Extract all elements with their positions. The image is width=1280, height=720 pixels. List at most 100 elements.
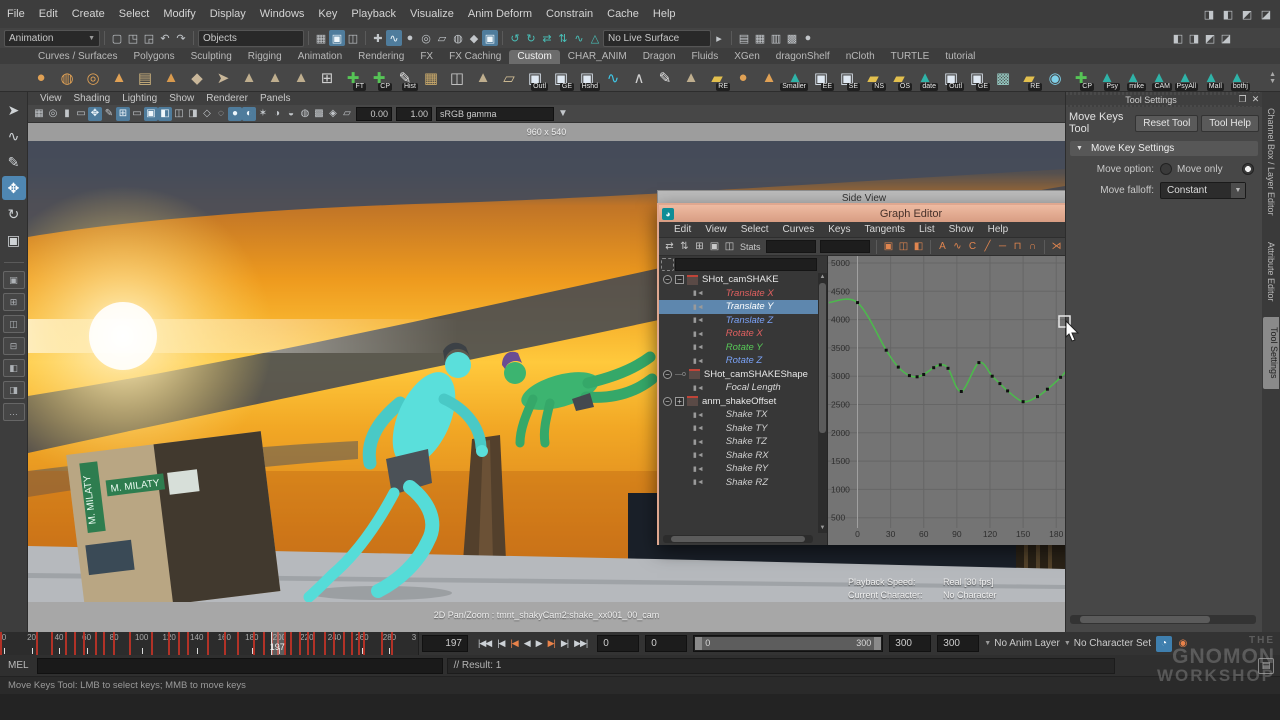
break-tangents-icon[interactable]: ⋊ [1049,240,1064,254]
select-tool[interactable]: ➤ [2,98,26,122]
channel-mute-icon[interactable]: ▮◄ [693,424,704,432]
two-way-connection-icon[interactable]: ⇅ [555,30,571,46]
shelf-tab-fx-caching[interactable]: FX Caching [441,50,509,64]
keyframe-point[interactable] [960,390,963,393]
insert-keys-icon[interactable]: ⇅ [677,240,692,254]
channel-mute-icon[interactable]: ▮◄ [693,411,704,419]
graph-editor-menu-curves[interactable]: Curves [776,224,822,235]
shelf-scroll-arrows[interactable]: ▲▼ [1269,71,1276,85]
shelf-maya-psy[interactable]: ▲Psy [1094,65,1120,91]
shelf-window-ge[interactable]: ▣GE [548,65,574,91]
gate-mask-icon[interactable]: ◧ [158,107,172,121]
shelf-wire-sphere[interactable]: ◎ [80,65,106,91]
tool-help-button[interactable]: Tool Help [1201,115,1259,132]
shelf-shell[interactable]: ◍ [54,65,80,91]
shelf-tab-polygons[interactable]: Polygons [125,50,182,64]
viewport-menu-renderer[interactable]: Renderer [200,93,254,104]
clamped-tangent-icon[interactable]: C [965,240,980,254]
go-to-end-button[interactable]: ▶▶| [571,638,590,649]
region-tool-icon[interactable]: ▣ [707,240,722,254]
layout-single-pane[interactable]: ▣ [3,271,25,289]
outliner-horizontal-scrollbar[interactable] [663,535,813,543]
channel-row-shake-tz[interactable]: ▮◄Shake TZ [659,435,818,449]
shelf-soldier-4[interactable]: ▲ [470,65,496,91]
shelf-maya-smaller[interactable]: ▲Smaller [782,65,808,91]
animation-start-field[interactable]: 0 [597,635,639,652]
shelf-char-select[interactable]: ◆ [184,65,210,91]
layout-outliner-persp[interactable]: ◧ [3,359,25,377]
grease-pencil-icon[interactable]: ✎ [102,107,116,121]
shelf-maya-psyall[interactable]: ▲PsyAll [1172,65,1198,91]
range-end-handle[interactable] [874,637,881,650]
hypershade-icon[interactable]: ● [800,30,816,46]
animation-preferences-button[interactable]: ◉ [1175,636,1191,652]
shelf-pencil[interactable]: ✎ [652,65,678,91]
range-start-handle[interactable] [695,637,702,650]
playback-start-field[interactable]: 0 [645,635,687,652]
keyframe-point[interactable] [916,375,919,378]
channel-mute-icon[interactable]: ▮◄ [693,438,704,446]
select-object-icon[interactable]: ▣ [329,30,345,46]
channel-row-shake-ry[interactable]: ▮◄Shake RY [659,462,818,476]
objects-filter-dropdown[interactable]: Objects [198,30,304,47]
render-current-frame-icon[interactable]: ▦ [752,30,768,46]
shelf-maya-date[interactable]: ▲date [912,65,938,91]
shelf-soldier-2[interactable]: ▲ [262,65,288,91]
shelf-tab-curves-surfaces[interactable]: Curves / Surfaces [30,50,125,64]
shelf-maya-mall[interactable]: ▲MaIl [1198,65,1224,91]
frame-playback-range-icon[interactable]: ◫ [896,240,911,254]
step-back-frame-button[interactable]: |◀ [494,638,507,649]
script-editor-button[interactable]: ▤ [1258,658,1274,674]
channel-row-translate-z[interactable]: ▮◄Translate Z [659,314,818,328]
snap-grid-icon[interactable]: ✚ [370,30,386,46]
textured-icon[interactable]: ◐ [242,107,256,121]
keyframe-point[interactable] [1006,389,1009,392]
shelf-cones[interactable]: ▲ [158,65,184,91]
select-camera-icon[interactable]: ▦ [32,107,46,121]
shelf-tab-turtle[interactable]: TURTLE [883,50,938,64]
current-time-field[interactable]: 197 [422,635,468,652]
shelf-folder-re2[interactable]: ▰RE [1016,65,1042,91]
auto-key-toggle[interactable]: ◔ [1156,636,1172,652]
undo-icon[interactable]: ↶ [157,30,173,46]
shelf-maya-cam[interactable]: ▲CAM [1146,65,1172,91]
character-set-dropdown[interactable]: ▼ No Character Set [1064,638,1151,649]
keyframe-point[interactable] [932,366,935,369]
channel-row-shake-tx[interactable]: ▮◄Shake TX [659,408,818,422]
channel-mute-icon[interactable]: ▮◄ [693,384,704,392]
show-hide-tool-settings-icon[interactable]: ◩ [1239,6,1255,22]
tool-settings-header[interactable]: Tool Settings ❐ ✕ [1066,92,1262,107]
channel-mute-icon[interactable]: ▮◄ [693,330,704,338]
retime-tool-icon[interactable]: ◫ [722,240,737,254]
menu-cache[interactable]: Cache [600,0,646,28]
dock-tab-tool-settings[interactable]: Tool Settings [1263,317,1279,389]
graph-editor-outliner[interactable]: −−SHot_camSHAKE▮◄Translate X▮◄Translate … [659,256,828,545]
toggle-channel-box-icon[interactable]: ◩ [1202,30,1218,46]
channel-mute-icon[interactable]: ▮◄ [693,465,704,473]
step-forward-frame-button[interactable]: ▶| [558,638,571,649]
shelf-char-cursor[interactable]: ➤ [210,65,236,91]
keyframe-point[interactable] [991,375,994,378]
linear-tangent-icon[interactable]: ╱ [980,240,995,254]
shelf-folder-os[interactable]: ▰OS [886,65,912,91]
rotate-tool[interactable]: ↻ [2,202,26,226]
menu-file[interactable]: File [0,0,32,28]
film-gate-icon[interactable]: ▭ [130,107,144,121]
camera-attributes-icon[interactable]: ◎ [46,107,60,121]
safe-action-icon[interactable]: ◨ [186,107,200,121]
shelf-window-se[interactable]: ▣SE [834,65,860,91]
viewport-menu-lighting[interactable]: Lighting [116,93,163,104]
toggle-modeling-toolkit-icon[interactable]: ◧ [1170,30,1186,46]
shelf-tab-char-anim[interactable]: CHAR_ANIM [560,50,635,64]
snap-curve-icon[interactable]: ∿ [386,30,402,46]
shelf-tab-tutorial[interactable]: tutorial [937,50,983,64]
redo-icon[interactable]: ↷ [173,30,189,46]
menu-set-dropdown[interactable]: Animation▼ [4,30,100,47]
panel-close-icon[interactable]: ✕ [1249,93,1262,106]
keyframe-point[interactable] [947,367,950,370]
use-all-lights-icon[interactable]: ✶ [256,107,270,121]
shelf-window-ge2[interactable]: ▣GE [964,65,990,91]
isolate-select-icon[interactable]: ▱ [340,107,354,121]
shelf-soldier-5[interactable]: ▲ [678,65,704,91]
shaded-icon[interactable]: ● [228,107,242,121]
